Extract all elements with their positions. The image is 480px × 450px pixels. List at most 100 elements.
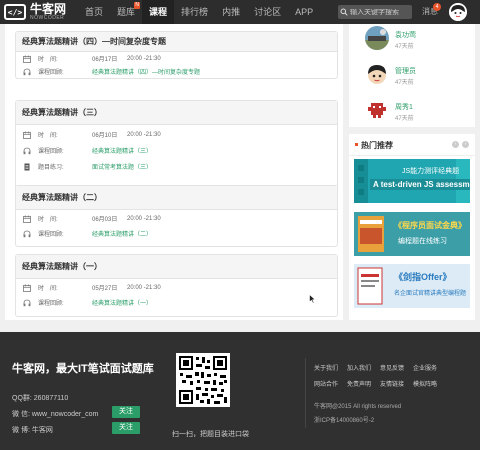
course-card: 经典算法题精讲（二） 时 间: 06月03日 20:00 -21:30 课程回顾… — [15, 185, 338, 247]
user-time-ago: 47天前 — [395, 116, 414, 122]
mouse-cursor-icon — [309, 294, 316, 304]
footer-divider — [305, 358, 306, 428]
user-name[interactable]: 管理员 — [395, 66, 416, 76]
avatar — [365, 62, 389, 86]
course-title[interactable]: 经典算法题精讲（四）—时间复杂度专题 — [16, 32, 337, 52]
course-title[interactable]: 经典算法题精讲（二） — [16, 186, 337, 210]
qr-caption: 扫一扫，把题目装进口袋 — [172, 431, 249, 438]
nav-question-bank[interactable]: 题库 N — [110, 0, 142, 24]
avatar — [365, 26, 389, 50]
course-date: 06月10日 — [92, 133, 118, 139]
time-label: 时 间: — [38, 217, 58, 223]
banner-line2: A test-driven JS assessment — [370, 179, 470, 190]
user-item[interactable]: 周秀1 47天前 — [365, 98, 469, 126]
follow-wechat-button[interactable]: 关注 — [112, 406, 140, 418]
banner-line1: 《程序员面试金典》 — [394, 221, 466, 230]
banner-interview-gold[interactable]: 《程序员面试金典》 编程题在线练习 — [354, 212, 470, 256]
user-item[interactable]: 袁功莺 47天前 — [365, 26, 469, 54]
course-time: 20:00 -21:30 — [127, 284, 161, 291]
search-input[interactable] — [350, 8, 410, 16]
banner-sword-offer[interactable]: 《剑指Offer》 名企面试官精讲典型编程题 — [354, 264, 470, 308]
new-badge: N — [134, 2, 141, 9]
copyright: 牛客网@2015 All rights reserved — [314, 404, 402, 410]
prev-arrow-icon[interactable]: ‹ — [452, 141, 459, 148]
content-label: 课程回顾: — [38, 301, 64, 307]
course-card: 经典算法题精讲（一） 时 间: 05月27日 20:00 -21:30 课程回顾… — [15, 254, 338, 317]
footer-link-join[interactable]: 加入我们 — [347, 363, 371, 372]
user-time-ago: 47天前 — [395, 80, 414, 86]
time-label: 时 间: — [38, 57, 58, 63]
practice-link[interactable]: 面试常考算法题（三） — [92, 162, 152, 171]
headphones-icon — [22, 146, 32, 156]
headphones-icon — [22, 229, 32, 239]
footer-weibo: 微 博: 牛客网 — [12, 427, 53, 434]
course-title[interactable]: 经典算法题精讲（三） — [16, 101, 337, 125]
user-time-ago: 47天前 — [395, 44, 414, 50]
banner-line2: 名企面试官精讲典型编程题 — [394, 291, 467, 297]
footer-title: 牛客网，最大IT笔试面试题库 — [12, 363, 154, 375]
footer-link-about[interactable]: 关于我们 — [314, 363, 338, 372]
avatar — [365, 98, 389, 122]
time-label: 时 间: — [38, 133, 58, 139]
banner-line1: 《剑指Offer》 — [394, 272, 452, 282]
course-date: 06月17日 — [92, 57, 118, 63]
calendar-icon — [22, 130, 32, 140]
search-icon[interactable] — [338, 5, 350, 19]
nav-home[interactable]: 首页 — [78, 0, 110, 24]
footer-wechat: 微 信: www_nowcoder_com — [12, 411, 99, 418]
document-icon — [22, 162, 32, 172]
recommend-title: 热门推荐 — [361, 141, 393, 150]
qr-code — [176, 353, 230, 407]
recommend-panel: 热门推荐 ‹ › JS能力测评经典题 A test-driven JS asse… — [349, 134, 475, 320]
headphones-icon — [22, 67, 32, 77]
course-date: 06月03日 — [92, 217, 118, 223]
next-arrow-icon[interactable]: › — [462, 141, 469, 148]
nav-discussion[interactable]: 讨论区 — [247, 0, 288, 24]
footer-link-feedback[interactable]: 意见反馈 — [380, 363, 404, 372]
footer-link-enterprise[interactable]: 企业服务 — [413, 363, 437, 372]
messages-count-badge: 4 — [433, 3, 441, 11]
practice-label: 题目练习: — [38, 165, 64, 171]
footer-link-cooperation[interactable]: 网站合作 — [314, 379, 338, 388]
footer-link-friends[interactable]: 友情链接 — [380, 379, 404, 388]
calendar-icon — [22, 283, 32, 293]
search-box — [338, 5, 412, 19]
calendar-icon — [22, 54, 32, 64]
footer-links-row: 网站合作 免责声明 友情链接 模拟阵略 — [314, 379, 446, 388]
course-review-link[interactable]: 经典算法题精讲（一） — [92, 298, 152, 307]
user-name[interactable]: 袁功莺 — [395, 30, 416, 40]
nav-referral[interactable]: 内推 — [215, 0, 247, 24]
logo-icon: </> — [4, 4, 26, 20]
course-time: 20:00 -21:30 — [127, 131, 161, 138]
recent-users-panel: 袁功莺 47天前 管理员 47天前 周秀1 47天前 — [349, 24, 475, 127]
nav-courses[interactable]: 课程 — [142, 0, 175, 24]
user-name[interactable]: 周秀1 — [395, 102, 413, 112]
logo[interactable]: </> 牛客网 NOWCODER — [4, 0, 78, 24]
footer: 牛客网，最大IT笔试面试题库 QQ群: 260877110 微 信: www_n… — [0, 332, 480, 450]
banner-js-assessment[interactable]: JS能力测评经典题 A test-driven JS assessment — [354, 159, 470, 203]
course-review-link[interactable]: 经典算法题精讲（三） — [92, 146, 152, 155]
time-label: 时 间: — [38, 286, 58, 292]
course-review-link[interactable]: 经典算法题精讲（二） — [92, 229, 152, 238]
footer-link-mock[interactable]: 模拟阵略 — [413, 379, 437, 388]
content-label: 课程回顾: — [38, 149, 64, 155]
course-review-link[interactable]: 经典算法题精讲（四）—时间复杂度专题 — [92, 67, 200, 76]
course-list: 经典算法题精讲（四）—时间复杂度专题 时 间: 06月17日 20:00 -21… — [5, 24, 343, 320]
follow-weibo-button[interactable]: 关注 — [112, 422, 140, 434]
logo-sub: NOWCODER — [30, 15, 65, 21]
icp-number[interactable]: 浙ICP备14000860号-2 — [314, 415, 374, 424]
nav-ranking[interactable]: 排行榜 — [174, 0, 215, 24]
footer-link-disclaimer[interactable]: 免责声明 — [347, 379, 371, 388]
course-time: 20:00 -21:30 — [127, 215, 161, 222]
banner-line2: 编程题在线练习 — [398, 238, 447, 245]
logo-name: 牛客网 — [30, 2, 67, 16]
user-item[interactable]: 管理员 47天前 — [365, 62, 469, 90]
course-title[interactable]: 经典算法题精讲（一） — [16, 255, 337, 279]
book-icon — [354, 212, 470, 256]
content-label: 课程回顾: — [38, 232, 64, 238]
footer-qq: QQ群: 260877110 — [12, 395, 69, 402]
title-marker — [355, 143, 358, 146]
banner-line1: JS能力测评经典题 — [402, 168, 460, 175]
user-avatar[interactable] — [449, 3, 467, 21]
nav-app[interactable]: APP — [288, 0, 320, 24]
